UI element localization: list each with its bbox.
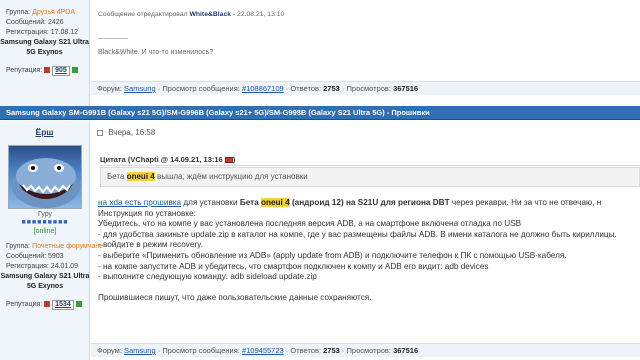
forum-link[interactable]: Samsung — [124, 84, 156, 93]
post-line: - войдите в режим recovery. — [98, 240, 203, 250]
post-id-link[interactable]: #109455723 — [242, 346, 284, 355]
post-text: Black&White. И что-то изменилось? — [98, 49, 214, 56]
user-registration: Регистрация: 17.08.12 — [6, 29, 79, 36]
user-rank: Гуру — [37, 211, 53, 218]
user-messages: Сообщений: 5903 — [6, 253, 64, 260]
user-reputation: Репутация: 905 — [0, 66, 89, 76]
reputation-plus-icon[interactable] — [75, 301, 82, 308]
post-line: - на компе запустите ADB и убедитесь, чт… — [98, 261, 489, 271]
rank-stars-icon: ■■■■■■■■■ — [21, 219, 69, 226]
edit-note: Сообщение отредактировал White&Black - 2… — [98, 11, 285, 18]
post-line: - для удобства закиньте update.zip в кат… — [98, 229, 617, 239]
user-group: Группа: Почетные форумчане — [6, 243, 104, 250]
post-icon — [97, 129, 103, 136]
user-reputation: Репутация: 1534 — [0, 300, 90, 310]
xda-link[interactable]: на xda есть прошивка — [98, 198, 181, 207]
online-status: [online] — [33, 228, 57, 235]
quote-header: Цитата (VChapti @ 14.09.21, 13:16 ) — [100, 155, 640, 166]
post-line: Инструкция по установке: — [98, 208, 196, 218]
user-device: Samsung Galaxy S21 Ultra — [0, 273, 90, 280]
post-line: Убедитесь, что на компе у вас установлен… — [98, 219, 522, 229]
quote-body: Бета oneui 4 вышла, ждём инструкцию для … — [100, 167, 640, 187]
reputation-value[interactable]: 905 — [52, 66, 70, 76]
quote-jump-icon[interactable] — [224, 157, 233, 164]
user-device: Samsung Galaxy S21 Ultra — [0, 39, 89, 46]
forum-link[interactable]: Samsung — [124, 346, 156, 355]
user-details: Группа: Почетные форумчане Сообщений: 59… — [0, 242, 104, 310]
reputation-value[interactable]: 1534 — [52, 300, 74, 310]
user-device-model: 5G Exynos — [26, 283, 64, 290]
avatar — [8, 145, 82, 209]
reputation-plus-icon[interactable] — [71, 67, 78, 74]
post-footer: Форум: Samsung · Просмотр сообщения: #10… — [91, 343, 640, 357]
post-body: на xda есть прошивка для установки Бета … — [98, 198, 640, 303]
post-line: - выберите «Применить обновление из ADB»… — [98, 250, 567, 260]
user-info-panel: Группа: Друзья 4PDA Сообщений: 2426 Реги… — [0, 0, 90, 106]
user-nickname[interactable]: Ёрш — [0, 127, 89, 137]
user-messages: Сообщений: 2426 — [6, 19, 64, 26]
topic-title-bar[interactable]: Samsung Galaxy SM-G991B (Galaxy s21 5G)/… — [0, 106, 640, 120]
reputation-minus-icon[interactable] — [44, 301, 51, 308]
user-group: Группа: Друзья 4PDA — [6, 9, 76, 16]
user-registration: Регистрация: 24.01.09 — [6, 263, 79, 270]
user-device-model: 5G Exynos — [26, 49, 63, 56]
post-divider — [98, 38, 128, 39]
post-line: - выполните следующую команду: adb sidel… — [98, 272, 317, 282]
post-date: Вчера, 16:58 — [97, 128, 155, 137]
post-id-link[interactable]: #108867109 — [242, 84, 284, 93]
edited-by-link[interactable]: White&Black — [189, 11, 231, 18]
post-line: на xda есть прошивка для установки Бета … — [98, 198, 602, 207]
post-footer: Форум: Samsung · Просмотр сообщения: #10… — [91, 81, 640, 95]
reputation-minus-icon[interactable] — [44, 67, 51, 74]
post-line: Прошившиеся пишут, что даже пользователь… — [98, 292, 372, 302]
